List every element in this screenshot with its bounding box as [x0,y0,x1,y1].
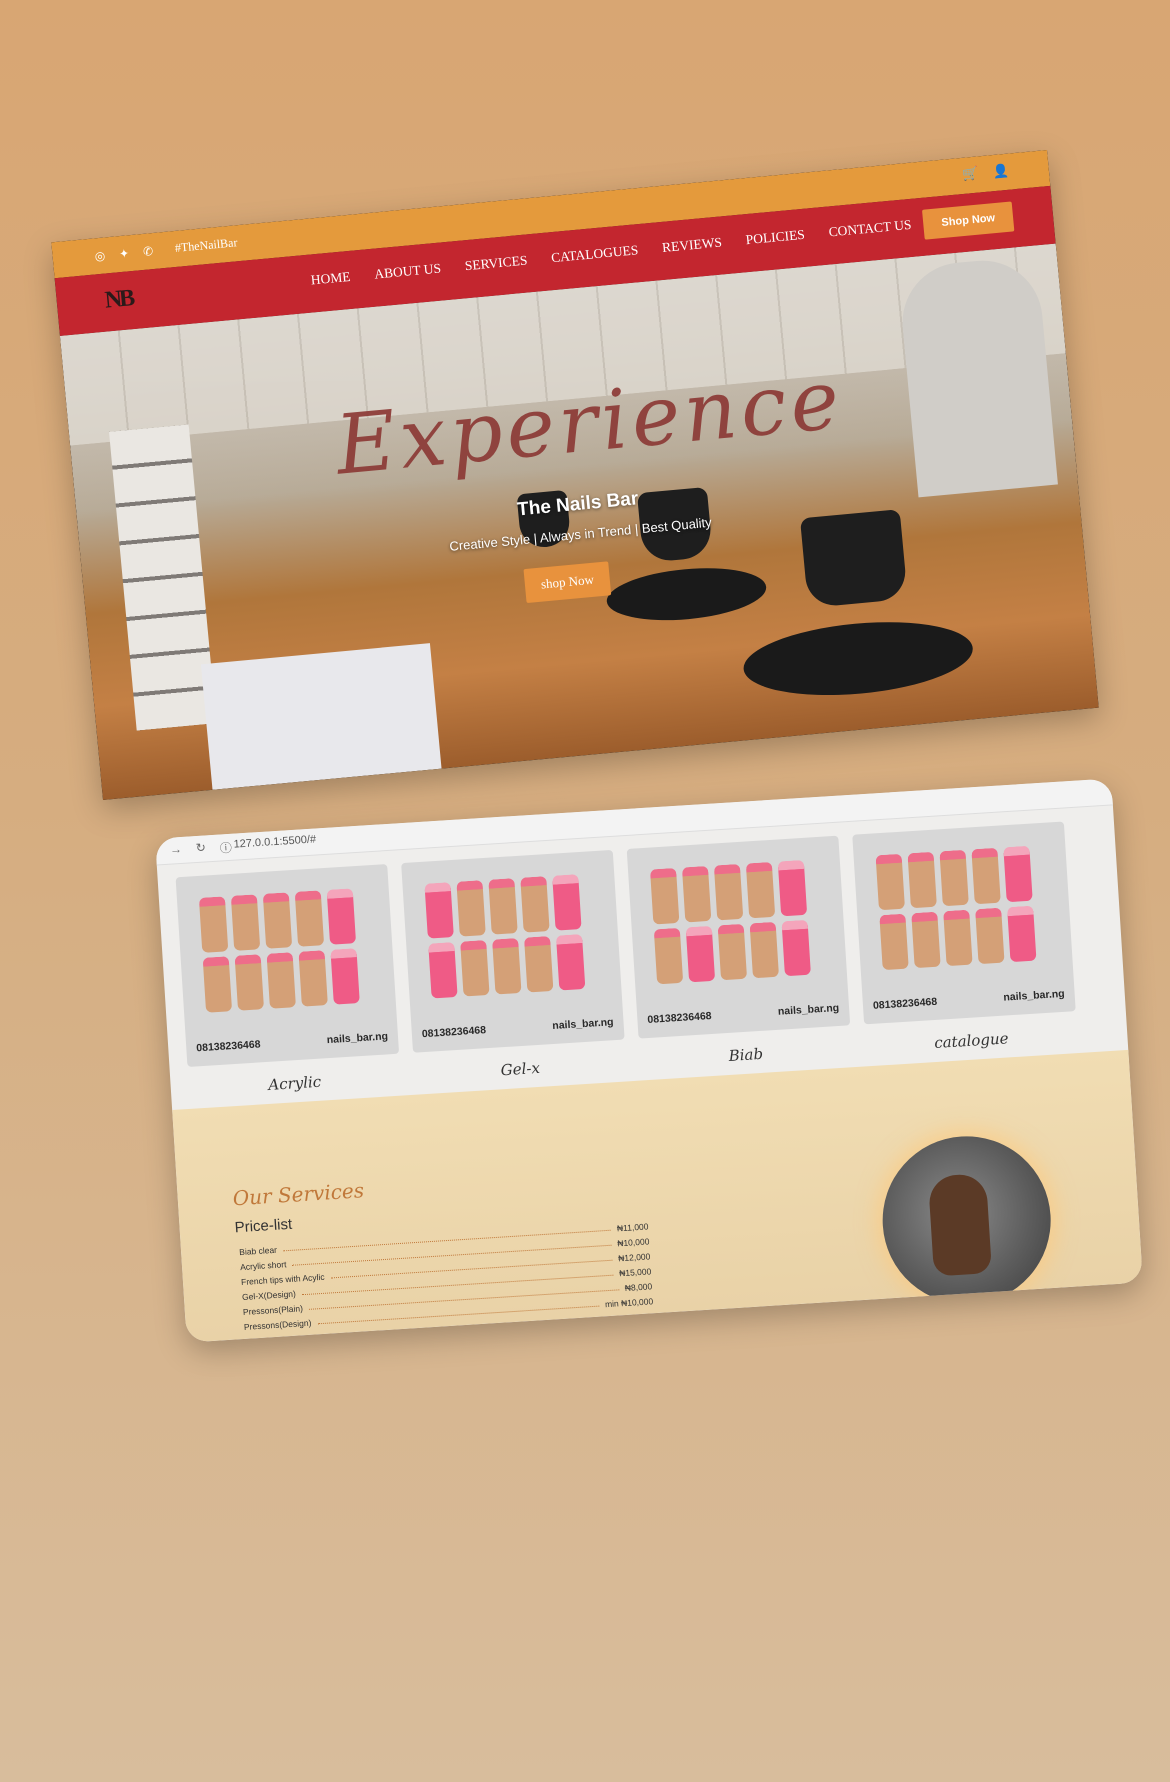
nails-photo: 08138236468 nails_bar.ng [852,821,1076,1025]
forward-icon[interactable]: → [169,842,182,860]
cart-icon[interactable]: 🛒 [962,165,980,182]
phone-number: 08138236468 [647,1009,712,1027]
whatsapp-icon[interactable]: ✆ [142,244,153,259]
instagram-icon[interactable]: ◎ [94,248,106,263]
nails-photo: 08138236468 nails_bar.ng [175,864,400,1067]
card-label: Acrylic [267,1072,322,1094]
hero-section: Experience The Nails Bar Creative Style … [59,243,1099,800]
catalogue-card[interactable]: 08138236468 nails_bar.ng Gel-x [401,849,627,1085]
header-icons: 🛒 👤 [962,163,1010,183]
nav-home[interactable]: HOME [310,269,351,289]
logo[interactable]: NB [104,285,134,314]
nav-about-us[interactable]: ABOUT US [374,261,442,283]
info-icon: ⓘ [219,840,233,856]
reload-icon[interactable]: ↻ [195,840,206,858]
card-label: Gel-x [500,1058,541,1080]
phone-number: 08138236468 [872,995,938,1012]
nav-services[interactable]: SERVICES [464,253,528,275]
instagram-handle: nails_bar.ng [777,1001,840,1018]
services-heading: Our Services [232,1178,365,1211]
price-list: Biab clear ₦11,000 Acrylic short ₦10,000 F… [239,1216,654,1332]
nav-contact-us[interactable]: CONTACT US [828,217,912,241]
nails-hand-photo [877,1131,1056,1310]
catalogue-screenshot: → ↻ ⓘ 127.0.0.1:5500/# 08138236468 nails_… [155,778,1143,1343]
nav-reviews[interactable]: REVIEWS [661,234,722,255]
hashtag: #TheNailBar [174,235,238,255]
card-label: Biab [728,1044,764,1065]
phone-number: 08138236468 [195,1038,261,1055]
nails-photo: 08138236468 nails_bar.ng [626,835,851,1039]
instagram-handle: nails_bar.ng [1003,987,1066,1004]
services-section: Our Services Price-list Biab clear ₦11,00… [172,1049,1143,1343]
price-list-title: Price-list [234,1215,293,1237]
instagram-handle: nails_bar.ng [326,1030,389,1047]
shop-now-button[interactable]: Shop Now [922,201,1015,240]
nails-photo: 08138236468 nails_bar.ng [401,849,625,1053]
address-bar[interactable]: 127.0.0.1:5500/# [233,833,316,850]
catalogue-card[interactable]: 08138236468 nails_bar.ng Acrylic [175,864,402,1099]
catalogue-card[interactable]: 08138236468 nails_bar.ng catalogue [852,821,1078,1056]
instagram-handle: nails_bar.ng [551,1016,614,1032]
browser-controls: → ↻ ⓘ [169,839,232,860]
salon-chair [799,509,908,609]
hero-screenshot: ◎ ✦ ✆ #TheNailBar 🛒 👤 NB HOME ABOUT US S… [51,150,1099,800]
catalogue-card[interactable]: 08138236468 nails_bar.ng Biab [626,835,853,1071]
nav-policies[interactable]: POLICIES [745,227,805,248]
nav-catalogues[interactable]: CATALOGUES [550,242,639,266]
twitter-icon[interactable]: ✦ [118,246,129,261]
card-label: catalogue [933,1029,1010,1053]
social-links: ◎ ✦ ✆ #TheNailBar [94,235,238,263]
user-icon[interactable]: 👤 [992,163,1010,180]
reception-counter [200,643,443,800]
catalogue-cards: 08138236468 nails_bar.ng Acrylic 08138236… [175,821,1078,1099]
phone-number: 08138236468 [421,1024,487,1041]
hand-shape [927,1173,993,1277]
